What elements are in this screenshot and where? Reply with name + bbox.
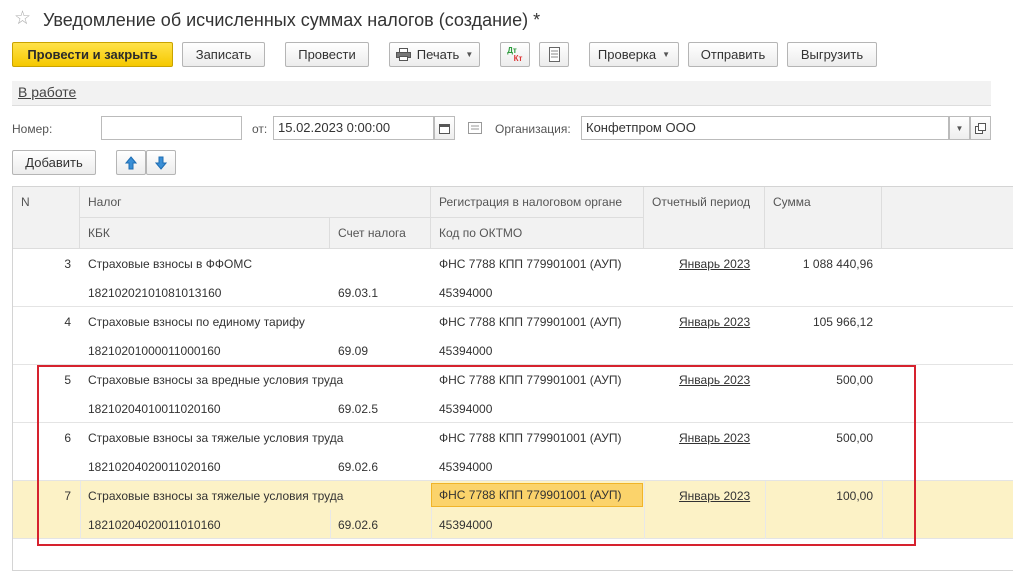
- row-registration: ФНС 7788 КПП 779901001 (АУП): [439, 257, 622, 271]
- highlight-annotation-box: [37, 365, 916, 546]
- date-input[interactable]: 15.02.2023 0:00:00: [273, 116, 434, 140]
- export-button[interactable]: Выгрузить: [787, 42, 877, 67]
- document-history-icon[interactable]: [468, 122, 482, 134]
- row-sum: 105 966,12: [812, 315, 873, 329]
- row-oktmo: 45394000: [439, 344, 493, 358]
- printer-icon: [395, 48, 411, 61]
- row-oktmo: 45394000: [439, 286, 493, 300]
- report-button[interactable]: [539, 42, 569, 67]
- print-button-label: Печать: [416, 47, 460, 62]
- column-header-sum[interactable]: Сумма: [765, 187, 882, 249]
- organization-dropdown-button[interactable]: ▼: [949, 116, 970, 140]
- column-header-filler: [882, 187, 1013, 249]
- row-registration: ФНС 7788 КПП 779901001 (АУП): [439, 315, 622, 329]
- column-header-registration[interactable]: Регистрация в налоговом органе: [431, 187, 644, 218]
- column-header-period[interactable]: Отчетный период: [644, 187, 765, 249]
- open-form-icon: [975, 122, 986, 134]
- organization-label: Организация:: [495, 122, 571, 136]
- post-button[interactable]: Провести: [285, 42, 369, 67]
- table-row[interactable]: 4 Страховые взносы по единому тарифу 182…: [13, 307, 1013, 365]
- row-tax: Страховые взносы в ФФОМС: [88, 257, 253, 271]
- column-header-oktmo[interactable]: Код по ОКТМО: [431, 218, 644, 249]
- number-input[interactable]: [101, 116, 242, 140]
- arrow-down-icon: [155, 156, 167, 170]
- number-label: Номер:: [12, 122, 53, 136]
- organization-open-button[interactable]: [970, 116, 991, 140]
- organization-input[interactable]: Конфетпром ООО: [581, 116, 949, 140]
- add-row-button[interactable]: Добавить: [12, 150, 96, 175]
- calendar-button[interactable]: [434, 116, 455, 140]
- save-button[interactable]: Записать: [182, 42, 265, 67]
- table-row[interactable]: 3 Страховые взносы в ФФОМС 1821020210108…: [13, 249, 1013, 307]
- favorite-star-icon[interactable]: ☆: [14, 9, 31, 29]
- column-header-tax[interactable]: Налог: [80, 187, 431, 218]
- check-button[interactable]: Проверка ▼: [589, 42, 679, 67]
- row-sum: 1 088 440,96: [802, 257, 873, 271]
- document-list-icon: [548, 47, 560, 62]
- row-period-link[interactable]: Январь 2023: [679, 315, 750, 329]
- status-link[interactable]: В работе: [18, 84, 76, 100]
- row-kbk: 18210201000011000160: [88, 344, 221, 358]
- row-period-link[interactable]: Январь 2023: [679, 257, 750, 271]
- check-button-label: Проверка: [597, 47, 657, 62]
- post-and-close-button[interactable]: Провести и закрыть: [12, 42, 173, 67]
- status-bar: В работе: [12, 81, 991, 106]
- row-number: 4: [64, 315, 71, 329]
- print-button[interactable]: Печать ▼: [389, 42, 480, 67]
- chevron-down-icon: ▼: [662, 50, 671, 59]
- row-account: 69.03.1: [338, 286, 379, 300]
- send-button[interactable]: Отправить: [688, 42, 778, 67]
- row-tax: Страховые взносы по единому тарифу: [88, 315, 305, 329]
- dt-kt-button[interactable]: Дт Кт: [500, 42, 530, 67]
- column-header-n[interactable]: N: [13, 187, 80, 249]
- move-up-button[interactable]: [116, 150, 146, 175]
- kt-label: Кт: [513, 53, 523, 63]
- row-account: 69.09: [338, 344, 369, 358]
- column-header-kbk[interactable]: КБК: [80, 218, 330, 249]
- row-kbk: 18210202101081013160: [88, 286, 222, 300]
- window-title: Уведомление об исчисленных суммах налого…: [43, 10, 541, 30]
- calendar-icon: [439, 123, 450, 134]
- move-down-button[interactable]: [146, 150, 176, 175]
- chevron-down-icon: ▼: [465, 50, 474, 59]
- row-number: 3: [64, 257, 71, 271]
- arrow-up-icon: [125, 155, 137, 169]
- date-label: от:: [252, 122, 268, 136]
- column-header-account[interactable]: Счет налога: [330, 218, 431, 249]
- chevron-down-icon: ▼: [955, 123, 964, 133]
